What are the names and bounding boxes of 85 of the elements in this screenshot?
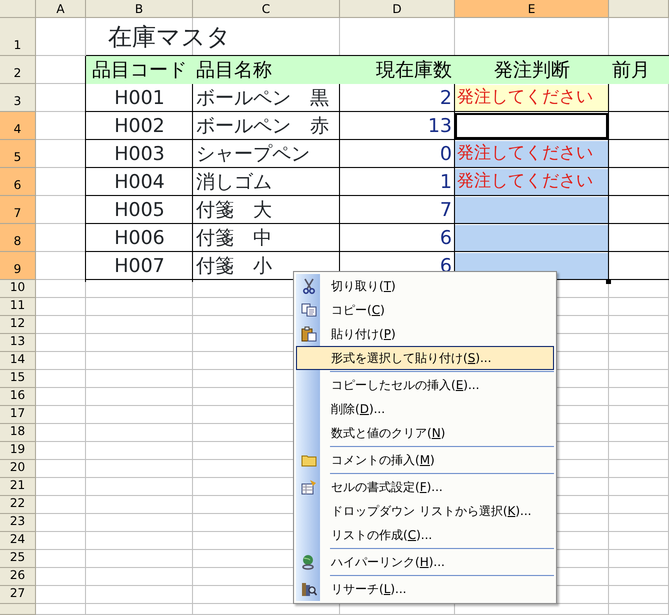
table-icon — [301, 479, 317, 495]
row-header[interactable]: 21 — [0, 478, 36, 496]
column-heading: 前月 — [609, 56, 669, 84]
column-header[interactable]: B — [86, 0, 193, 18]
row-header[interactable]: 2 — [0, 56, 36, 84]
menu-item[interactable]: ドロップダウン リストから選択(K)... — [296, 499, 554, 523]
row-header[interactable]: 25 — [0, 550, 36, 568]
table-cell-text: ボールペン 黒 — [195, 86, 330, 111]
row-header[interactable]: 24 — [0, 532, 36, 550]
column-header[interactable]: C — [193, 0, 340, 18]
menu-item[interactable]: 形式を選択して貼り付け(S)... — [296, 346, 554, 370]
menu-item[interactable]: 削除(D)... — [296, 397, 554, 421]
row-header[interactable]: 6 — [0, 168, 36, 196]
table-cell-text: 2 — [438, 86, 453, 111]
row-header[interactable]: 17 — [0, 406, 36, 424]
table-cell-text: 6 — [438, 226, 453, 251]
row-header[interactable]: 1 — [0, 18, 36, 56]
row-header[interactable]: 9 — [0, 252, 36, 280]
select-all-button[interactable] — [0, 0, 36, 18]
table-cell-text: H007 — [113, 254, 166, 279]
table-cell-text: 7 — [438, 198, 453, 223]
column-header[interactable]: A — [36, 0, 86, 18]
row-header[interactable]: 7 — [0, 196, 36, 224]
row-header[interactable]: 5 — [0, 140, 36, 168]
table-cell-text: H004 — [113, 170, 166, 195]
menu-item[interactable]: セルの書式設定(F)... — [296, 475, 554, 499]
copy-icon — [301, 303, 317, 317]
menu-item[interactable]: ハイパーリンク(H)... — [296, 550, 554, 574]
table-cell-text: 消しゴム — [195, 170, 273, 195]
table-cell-text: H006 — [113, 226, 166, 251]
column-heading: 品目コード — [86, 56, 193, 84]
folder-icon — [301, 453, 317, 467]
row-header[interactable]: 22 — [0, 496, 36, 514]
sheet-title: 在庫マスタ — [107, 22, 232, 53]
table-cell-text: H003 — [113, 142, 166, 167]
menu-item[interactable]: コピー(C) — [296, 298, 554, 322]
column-heading: 発注判断 — [455, 56, 609, 84]
row-header[interactable]: 14 — [0, 352, 36, 370]
table-cell[interactable] — [455, 113, 608, 139]
table-cell-text: 13 — [426, 114, 453, 139]
column-header[interactable]: D — [340, 0, 455, 18]
column-heading: 品目名称 — [193, 56, 340, 84]
row-header[interactable]: 27 — [0, 586, 36, 604]
table-cell-text: 0 — [438, 142, 453, 167]
row-header[interactable] — [0, 604, 36, 615]
row-header[interactable]: 18 — [0, 424, 36, 442]
table-cell-text: H002 — [113, 114, 166, 139]
table-cell-text: シャープペン — [195, 142, 311, 167]
menu-item[interactable]: リストの作成(C)... — [296, 523, 554, 547]
row-header[interactable]: 19 — [0, 442, 36, 460]
row-header[interactable]: 12 — [0, 316, 36, 334]
table-cell-text: 付箋 中 — [195, 226, 273, 251]
fill-handle[interactable] — [606, 279, 611, 284]
column-header[interactable] — [609, 0, 669, 18]
row-header[interactable]: 11 — [0, 298, 36, 316]
column-header[interactable]: E — [455, 0, 609, 18]
row-header[interactable]: 13 — [0, 334, 36, 352]
row-header[interactable]: 4 — [0, 112, 36, 140]
table-cell-text: 付箋 大 — [195, 198, 273, 223]
menu-item[interactable]: コメントの挿入(M) — [296, 448, 554, 472]
table-cell[interactable] — [455, 225, 608, 251]
table-cell[interactable]: 発注してください — [455, 85, 608, 111]
row-header[interactable]: 8 — [0, 224, 36, 252]
table-cell-text: ボールペン 赤 — [195, 114, 330, 139]
row-header[interactable]: 16 — [0, 388, 36, 406]
table-cell-text: 付箋 小 — [195, 254, 273, 279]
table-cell-text: H005 — [113, 198, 166, 223]
menu-item[interactable]: 数式と値のクリア(N) — [296, 421, 554, 445]
column-heading: 現在庫数 — [340, 56, 455, 84]
row-header[interactable]: 23 — [0, 514, 36, 532]
menu-item[interactable]: コピーしたセルの挿入(E)... — [296, 373, 554, 397]
row-header[interactable]: 3 — [0, 84, 36, 112]
menu-item[interactable]: リサーチ(L)... — [296, 577, 554, 601]
table-cell-text: 1 — [438, 170, 453, 195]
table-cell-text: H001 — [113, 86, 166, 111]
row-header[interactable]: 20 — [0, 460, 36, 478]
row-header[interactable]: 15 — [0, 370, 36, 388]
table-cell[interactable] — [455, 197, 608, 223]
scissors-icon — [302, 278, 316, 294]
books-icon — [301, 581, 317, 597]
row-header[interactable]: 10 — [0, 280, 36, 298]
menu-item[interactable]: 貼り付け(P) — [296, 322, 554, 346]
row-header[interactable]: 26 — [0, 568, 36, 586]
clipboard-icon — [301, 326, 317, 342]
menu-item[interactable]: 切り取り(T) — [296, 274, 554, 298]
